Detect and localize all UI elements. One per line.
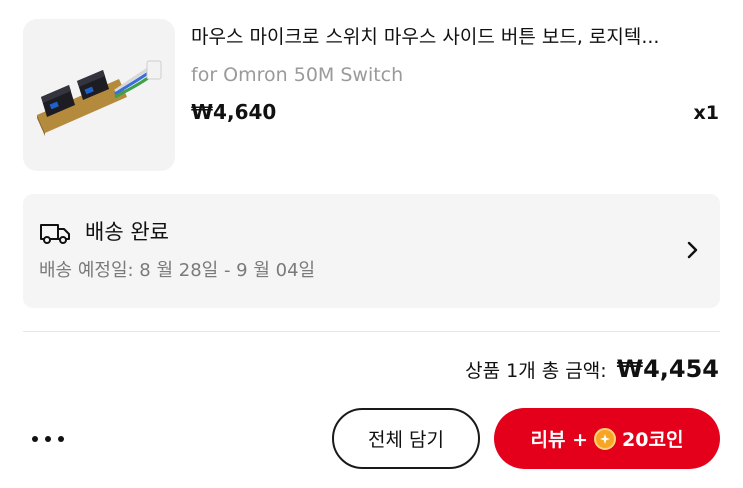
product-variant: for Omron 50M Switch [191,64,404,86]
product-title[interactable]: 마우스 마이크로 스위치 마우스 사이드 버튼 보드, 로지텍... [191,24,721,50]
coin-icon [594,427,617,450]
review-reward-label: 20코인 [622,429,684,451]
total-label: 상품 1개 총 금액: [465,360,607,382]
delivery-status-card[interactable]: 배송 완료 배송 예정일: 8 월 28일 - 9 월 04일 [23,194,720,308]
product-price: ₩4,640 [191,100,277,124]
more-horizontal-icon[interactable] [28,424,68,454]
order-total: 상품 1개 총 금액: ₩4,454 [465,354,719,386]
review-button-label: 리뷰 + [530,429,589,451]
chevron-right-icon [686,238,700,262]
total-value: ₩4,454 [616,355,719,383]
truck-icon [39,221,71,245]
delivery-status-text: 배송 완료 [85,220,169,244]
section-divider [23,331,720,332]
delivery-eta-text: 배송 예정일: 8 월 28일 - 9 월 04일 [39,260,316,281]
product-quantity: x1 [693,102,719,124]
write-review-button[interactable]: 리뷰 + 20코인 [494,408,720,469]
product-image[interactable] [23,19,175,171]
add-all-to-cart-button[interactable]: 전체 담기 [332,408,480,469]
